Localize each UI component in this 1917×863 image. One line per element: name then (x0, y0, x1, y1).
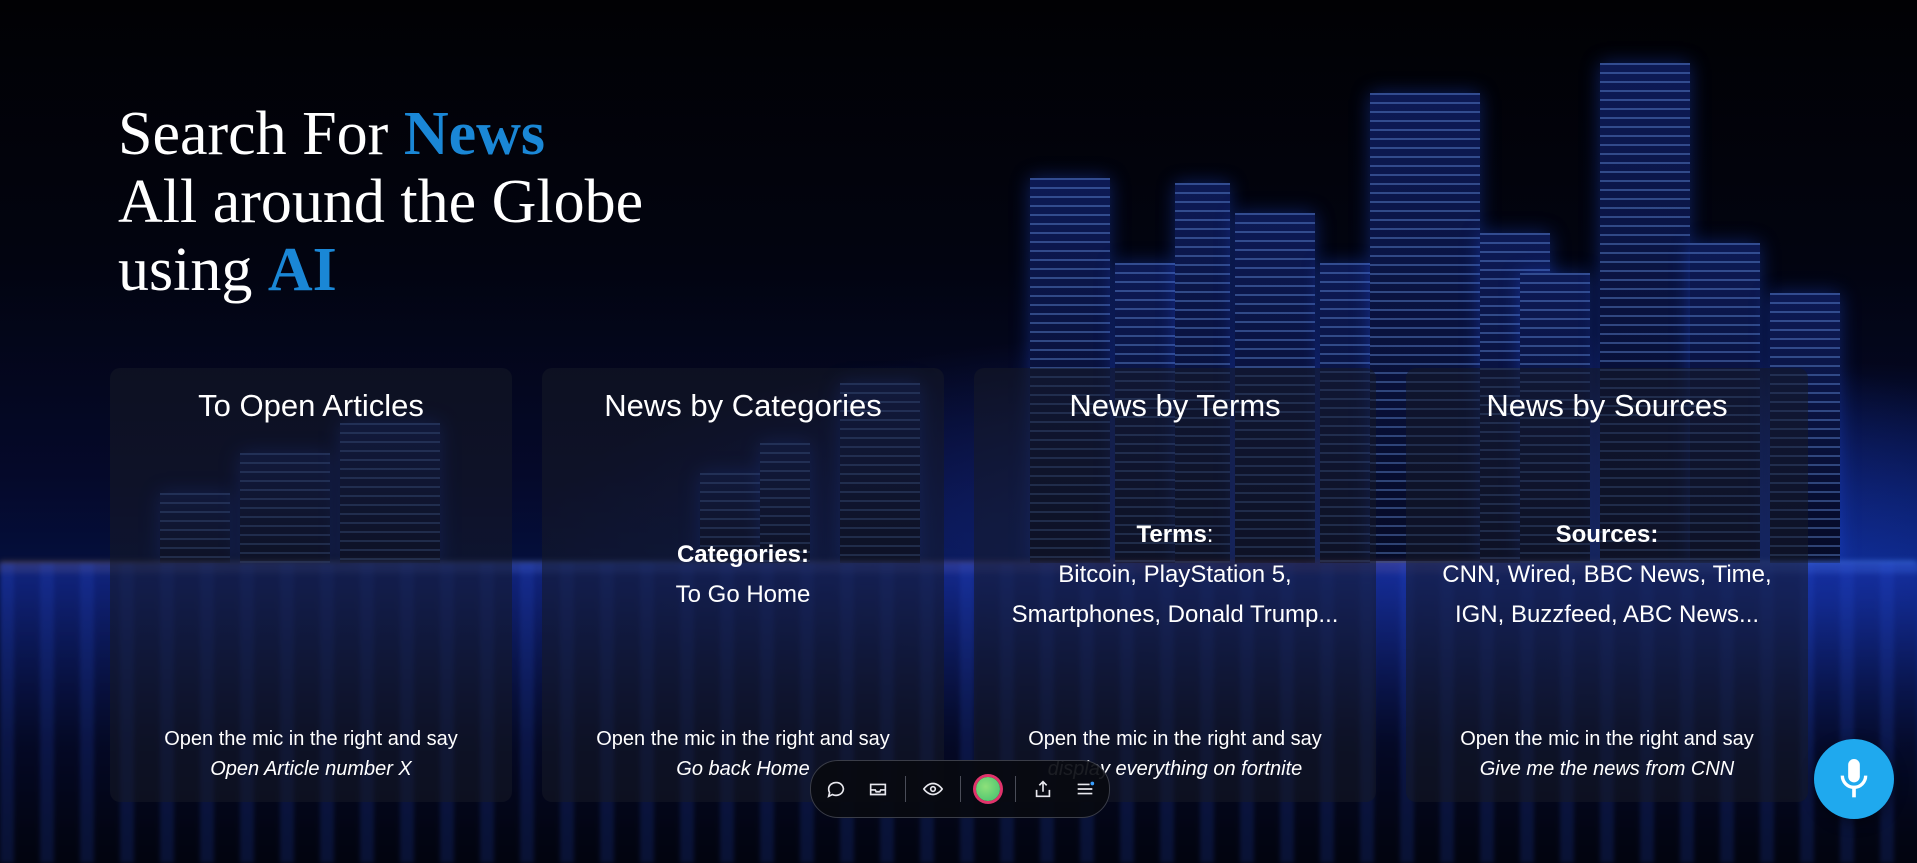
card-instruction: Open the mic in the right and say (596, 728, 890, 750)
headline-accent-ai: AI (267, 236, 337, 304)
card-title: News by Sources (1486, 388, 1728, 423)
card-body-heading: Terms (1136, 521, 1207, 548)
color-dot[interactable] (969, 770, 1007, 808)
card-body-line: CNN, Wired, BBC News, Time, (1442, 561, 1772, 588)
headline-line1: Search For News (118, 100, 546, 168)
microphone-button[interactable] (1814, 739, 1894, 819)
card-title: To Open Articles (198, 388, 424, 423)
card-title: News by Categories (604, 388, 882, 423)
card-voice-command: Open Article number X (210, 758, 412, 780)
menu-icon[interactable] (1066, 770, 1104, 808)
card-open-articles: To Open Articles Open the mic in the rig… (110, 368, 512, 802)
page-headline: Search For News All around the Globe usi… (118, 100, 643, 304)
card-news-by-sources: News by Sources Sources: CNN, Wired, BBC… (1406, 368, 1808, 802)
microphone-icon (1840, 759, 1868, 798)
inbox-icon[interactable] (859, 770, 897, 808)
card-footer: Open the mic in the right and say Open A… (110, 724, 512, 784)
card-title: News by Terms (1069, 388, 1281, 423)
card-body: Terms: Bitcoin, PlayStation 5, Smartphon… (974, 515, 1376, 635)
card-body: Categories: To Go Home (542, 535, 944, 615)
headline-line2: All around the Globe (118, 168, 644, 236)
card-body: Sources: CNN, Wired, BBC News, Time, IGN… (1406, 515, 1808, 635)
headline-accent-news: News (403, 100, 546, 168)
headline-line3: using AI (118, 236, 337, 304)
share-icon[interactable] (1024, 770, 1062, 808)
card-footer: Open the mic in the right and say Give m… (1406, 724, 1808, 784)
card-body-line: Smartphones, Donald Trump... (1011, 601, 1339, 628)
toolbar-divider (1014, 776, 1016, 802)
chat-icon[interactable] (817, 770, 855, 808)
eye-icon[interactable] (914, 770, 952, 808)
card-body-line: To Go Home (675, 581, 811, 608)
card-body-line: IGN, Buzzfeed, ABC News... (1454, 601, 1760, 628)
card-body-heading: Sources: (1555, 521, 1659, 548)
card-news-by-categories: News by Categories Categories: To Go Hom… (542, 368, 944, 802)
floating-toolbar (810, 760, 1110, 818)
card-body-line: Bitcoin, PlayStation 5, (1058, 561, 1292, 588)
card-voice-command: Give me the news from CNN (1479, 758, 1735, 780)
toolbar-divider (904, 776, 906, 802)
card-body-heading: Categories: (676, 541, 810, 568)
card-instruction: Open the mic in the right and say (164, 728, 458, 750)
card-instruction: Open the mic in the right and say (1028, 728, 1322, 750)
card-instruction: Open the mic in the right and say (1460, 728, 1754, 750)
card-news-by-terms: News by Terms Terms: Bitcoin, PlayStatio… (974, 368, 1376, 802)
toolbar-divider (959, 776, 961, 802)
